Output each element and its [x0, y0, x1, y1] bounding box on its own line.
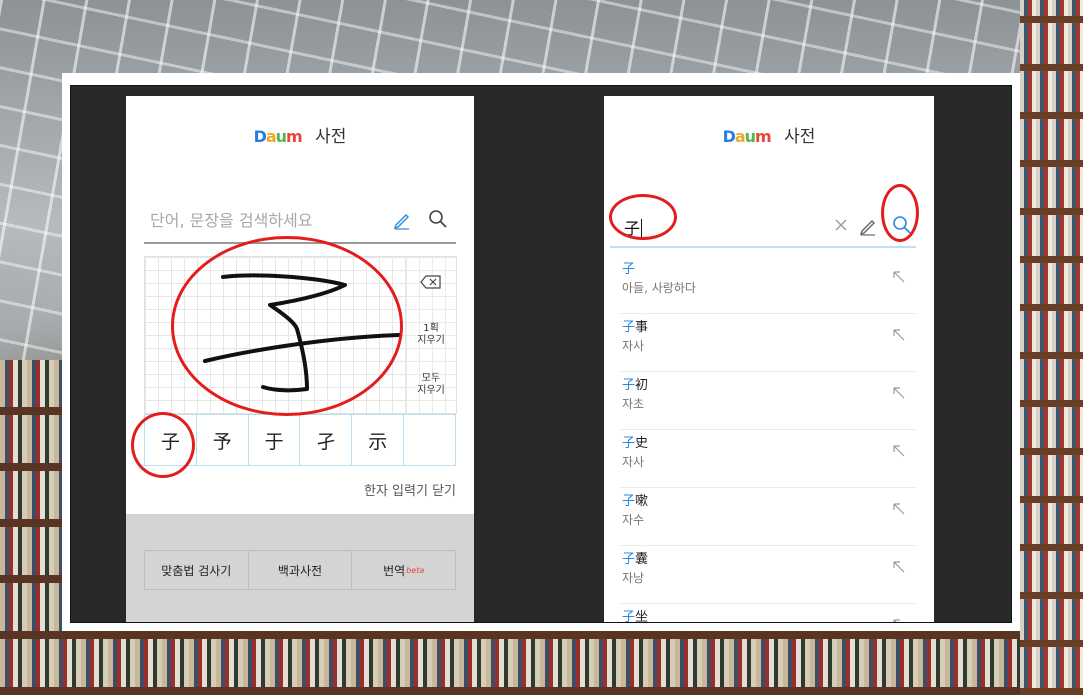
beta-badge: beta	[406, 565, 425, 575]
candidate-char[interactable]: 于	[249, 415, 301, 465]
suggestion-meaning: 자사	[622, 455, 645, 469]
candidate-char[interactable]	[404, 415, 455, 465]
remaining-chars: 嗽	[635, 494, 649, 509]
matched-char: 子	[622, 610, 636, 623]
suggestion-word: 子初	[622, 374, 648, 393]
app-header: Daum 사전	[604, 122, 934, 147]
close-hanja-input-link[interactable]: 한자 입력기 닫기	[364, 480, 456, 499]
handwriting-canvas[interactable]	[144, 256, 408, 414]
suggestion-item[interactable]: 子囊 자낭	[620, 546, 916, 604]
translate-label: 번역	[383, 563, 406, 578]
daum-logo[interactable]: Daum	[254, 127, 303, 146]
app-header: Daum 사전	[126, 122, 474, 147]
clear-all-label-2: 지우기	[417, 385, 445, 396]
suggestion-item[interactable]: 子 아들, 사랑하다	[620, 256, 916, 314]
encyclopedia-label: 백과사전	[277, 563, 323, 578]
fill-query-arrow-icon[interactable]	[892, 270, 906, 284]
search-input[interactable]: 子	[624, 215, 643, 239]
matched-char: 子	[622, 262, 636, 277]
suggestion-item[interactable]: 子史 자사	[620, 430, 916, 488]
search-input[interactable]	[148, 210, 382, 231]
suggestion-word: 子嗽	[622, 490, 648, 509]
search-icon[interactable]	[892, 215, 912, 235]
matched-char: 子	[622, 436, 636, 451]
suggestion-word: 子囊	[622, 548, 648, 567]
suggestion-meaning: 자낭	[622, 571, 645, 585]
fill-query-arrow-icon[interactable]	[892, 386, 906, 400]
candidate-char[interactable]: 孑	[300, 415, 353, 465]
clear-icon[interactable]	[834, 218, 848, 232]
handwriting-pen-icon[interactable]	[392, 210, 412, 230]
suggestion-list: 子 아들, 사랑하다 子事 자사 子初 자초 子史 자사 子嗽 자수 子囊 자낭…	[620, 256, 916, 623]
remaining-chars: 事	[635, 320, 649, 335]
suggestion-meaning: 자사	[622, 339, 645, 353]
clear-all-button[interactable]: 모두 지우기	[406, 373, 456, 397]
translate-button[interactable]: 번역 beta	[352, 551, 455, 589]
fill-query-arrow-icon[interactable]	[892, 444, 906, 458]
fill-query-arrow-icon[interactable]	[892, 502, 906, 516]
matched-char: 子	[622, 552, 636, 567]
search-query: 子	[624, 219, 641, 238]
candidate-char[interactable]: 示	[352, 415, 405, 465]
search-bar	[144, 200, 456, 244]
spell-checker-button[interactable]: 맞춤법 검사기	[145, 551, 249, 589]
matched-char: 子	[622, 378, 636, 393]
handwritten-stroke	[203, 273, 401, 393]
screenshot-frame: Daum 사전 단어, 문장을 검색하세요 1획 지우기 모두 지우기 子 予 …	[62, 73, 1020, 631]
suggestion-meaning: 자초	[622, 397, 645, 411]
daum-logo[interactable]: Daum	[723, 127, 772, 146]
undo-stroke-label-2: 지우기	[417, 335, 445, 346]
background-bookshelves-right	[1020, 0, 1083, 695]
suggestion-item[interactable]: 子初 자초	[620, 372, 916, 430]
matched-char: 子	[622, 320, 636, 335]
suggestion-item[interactable]: 子坐 자좌	[620, 604, 916, 623]
undo-stroke-label-1: 1획	[423, 323, 439, 334]
suggestion-item[interactable]: 子事 자사	[620, 314, 916, 372]
candidate-char[interactable]: 子	[145, 415, 197, 465]
fill-query-arrow-icon[interactable]	[892, 618, 906, 623]
remaining-chars: 坐	[635, 610, 649, 623]
remaining-chars: 初	[635, 378, 649, 393]
candidate-row: 子 予 于 孑 示	[144, 414, 456, 466]
search-icon[interactable]	[428, 209, 448, 229]
suggestion-meaning: 아들, 사랑하다	[622, 281, 696, 295]
suggestion-word: 子事	[622, 316, 648, 335]
candidate-char[interactable]: 予	[197, 415, 249, 465]
suggestion-word: 子史	[622, 432, 648, 451]
dictionary-results-screen: Daum 사전 子 子 아들, 사랑하다 子事 자사 子初 자초 子史 자사 子…	[604, 96, 934, 623]
remaining-chars: 史	[635, 436, 649, 451]
encyclopedia-button[interactable]: 백과사전	[249, 551, 353, 589]
app-title: 사전	[784, 127, 816, 147]
suggestion-item[interactable]: 子嗽 자수	[620, 488, 916, 546]
fill-query-arrow-icon[interactable]	[892, 328, 906, 342]
dictionary-handwriting-screen: Daum 사전 단어, 문장을 검색하세요 1획 지우기 모두 지우기 子 予 …	[126, 96, 474, 622]
handwriting-tools: 1획 지우기 모두 지우기	[406, 256, 457, 414]
backspace-icon[interactable]	[420, 275, 442, 289]
matched-char: 子	[622, 494, 636, 509]
utility-footer: 맞춤법 검사기 백과사전 번역 beta	[126, 514, 474, 622]
clear-all-label-1: 모두	[421, 373, 441, 384]
comparison-panel: Daum 사전 단어, 문장을 검색하세요 1획 지우기 모두 지우기 子 予 …	[70, 85, 1012, 623]
suggestion-word: 子	[622, 258, 635, 277]
undo-stroke-button[interactable]: 1획 지우기	[406, 323, 456, 347]
search-bar: 子	[610, 206, 916, 248]
spell-checker-label: 맞춤법 검사기	[161, 563, 232, 578]
text-caret	[641, 219, 643, 237]
remaining-chars: 囊	[635, 552, 649, 567]
fill-query-arrow-icon[interactable]	[892, 560, 906, 574]
suggestion-meaning: 자수	[622, 513, 645, 527]
suggestion-word: 子坐	[622, 606, 649, 623]
utility-buttons: 맞춤법 검사기 백과사전 번역 beta	[144, 550, 456, 590]
app-title: 사전	[315, 127, 347, 147]
handwriting-pen-icon[interactable]	[858, 216, 878, 236]
